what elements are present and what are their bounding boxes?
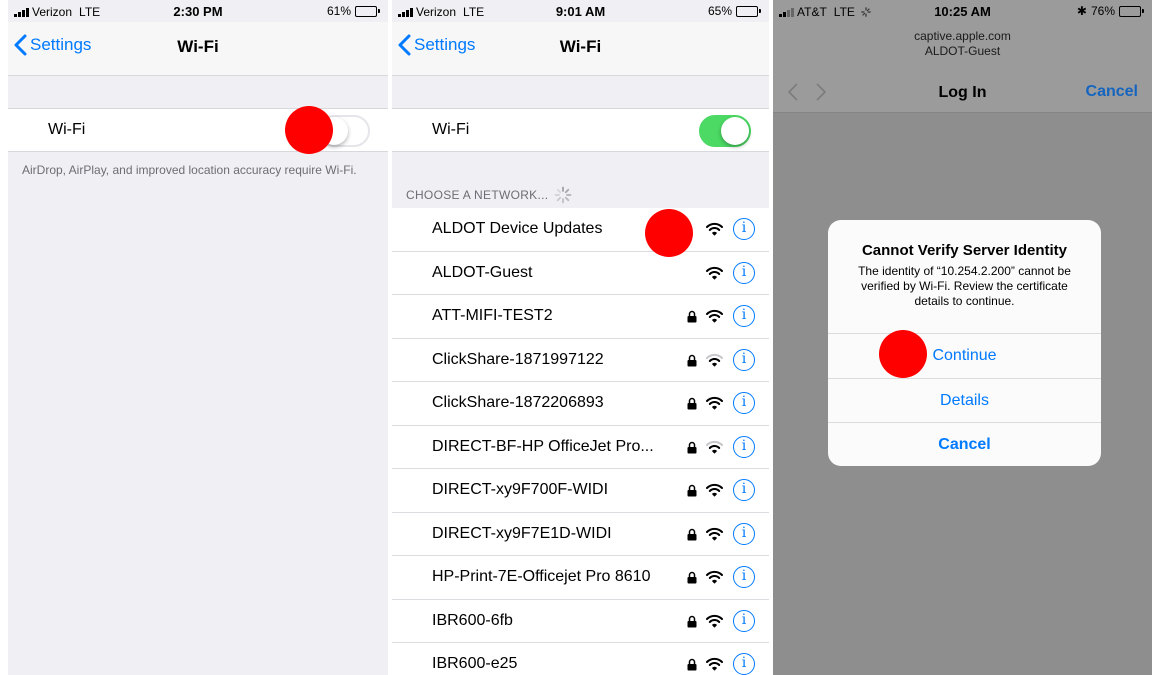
network-row[interactable]: DIRECT-xy9F700F-WIDI i xyxy=(392,469,769,513)
info-button[interactable]: i xyxy=(733,218,755,240)
network-row[interactable]: ALDOT Device Updates i xyxy=(392,208,769,252)
tap-marker xyxy=(645,209,693,257)
network-name: IBR600-e25 xyxy=(432,655,518,672)
url-ssid: ALDOT-Guest xyxy=(924,44,1001,58)
tap-marker xyxy=(285,106,333,154)
lock-icon xyxy=(687,658,697,671)
wifi-label: Wi-Fi xyxy=(48,121,86,138)
network-row[interactable]: IBR600-e25 i xyxy=(392,643,769,675)
cancel-login-button[interactable]: Cancel xyxy=(1086,83,1138,101)
url-host: captive.apple.com xyxy=(914,29,1011,43)
wifi-label: Wi-Fi xyxy=(432,121,470,138)
info-button[interactable]: i xyxy=(733,609,755,632)
alert-message: The identity of “10.254.2.200” cannot be… xyxy=(858,264,1071,308)
network-row[interactable]: HP-Print-7E-Officejet Pro 8610 i xyxy=(392,556,769,600)
network-name: ClickShare-1871997122 xyxy=(432,350,604,368)
navigation-bar: Settings Wi-Fi xyxy=(8,22,388,76)
switch-knob xyxy=(721,117,749,145)
battery-icon xyxy=(736,5,761,17)
cancel-button[interactable]: Cancel xyxy=(828,422,1101,466)
battery-percent: 65% xyxy=(707,4,732,18)
continue-button[interactable]: Continue xyxy=(828,333,1101,377)
captive-portal-header: AT&T LTE 10:25 AM ✱ 76% captive.apple.co… xyxy=(773,0,1152,113)
network-row[interactable]: DIRECT-BF-HP OfficeJet Pro... i xyxy=(392,426,769,469)
lock-icon xyxy=(687,310,697,323)
network-name: DIRECT-xy9F700F-WIDI xyxy=(432,481,609,498)
lock-icon xyxy=(687,397,697,410)
status-bar: AT&T LTE 10:25 AM ✱ 76% xyxy=(773,0,1152,22)
battery-percent: 61% xyxy=(326,4,351,18)
wifi-signal-icon xyxy=(706,440,723,453)
wifi-toggle-row: Wi-Fi xyxy=(392,108,769,152)
lock-icon xyxy=(687,528,697,540)
network-name: DIRECT-xy9F7E1D-WIDI xyxy=(432,524,612,542)
wifi-signal-icon xyxy=(706,483,723,497)
network-name: ClickShare-1872206893 xyxy=(432,394,604,411)
status-bar: Verizon LTE 9:01 AM 65% xyxy=(392,0,769,22)
wifi-signal-icon xyxy=(706,657,723,671)
captive-portal-login-screen: AT&T LTE 10:25 AM ✱ 76% captive.apple.co… xyxy=(773,0,1152,675)
network-row[interactable]: ALDOT-Guest i xyxy=(392,252,769,295)
wifi-toggle-switch[interactable] xyxy=(699,115,751,147)
wifi-signal-icon xyxy=(706,266,723,279)
info-button[interactable]: i xyxy=(733,479,755,501)
wifi-signal-icon xyxy=(706,353,723,366)
network-name: HP-Print-7E-Officejet Pro 8610 xyxy=(432,568,651,585)
lock-icon xyxy=(687,354,697,366)
info-button[interactable]: i xyxy=(733,522,755,545)
alert-title: Cannot Verify Server Identity xyxy=(861,242,1068,259)
captive-url-label: captive.apple.com ALDOT-Guest xyxy=(773,29,1152,59)
wifi-signal-icon xyxy=(706,222,723,236)
wifi-signal-icon xyxy=(706,570,723,584)
network-name: ATT-MIFI-TEST2 xyxy=(432,307,553,324)
info-button[interactable]: i xyxy=(733,392,755,414)
battery-icon xyxy=(355,5,380,17)
network-name: IBR600-6fb xyxy=(432,611,513,629)
wifi-signal-icon xyxy=(706,527,723,540)
page-title: Wi-Fi xyxy=(559,37,602,56)
network-row[interactable]: DIRECT-xy9F7E1D-WIDI i xyxy=(392,513,769,556)
page-title: Wi-Fi xyxy=(177,37,219,56)
network-list: ALDOT Device Updates i ALDOT-Guest i ATT-MIF… xyxy=(392,208,769,675)
network-name: ALDOT-Guest xyxy=(432,263,533,281)
lock-icon xyxy=(687,484,697,497)
wifi-signal-icon xyxy=(706,614,723,627)
network-row[interactable]: IBR600-6fb i xyxy=(392,600,769,643)
lock-icon xyxy=(687,441,697,453)
status-bar: Verizon LTE 2:30 PM 61% xyxy=(8,0,388,22)
details-button[interactable]: Details xyxy=(828,378,1101,422)
server-identity-alert: Cannot Verify Server Identity The identi… xyxy=(828,220,1101,466)
section-header-label: CHOOSE A NETWORK... xyxy=(406,188,549,202)
wifi-settings-off-screen: Verizon LTE 2:30 PM 61% Settings Wi-Fi W… xyxy=(8,0,388,675)
battery-percent: 76% xyxy=(1090,4,1115,18)
wifi-signal-icon xyxy=(706,309,723,323)
choose-network-header: CHOOSE A NETWORK... xyxy=(406,186,572,204)
info-button[interactable]: i xyxy=(733,435,755,458)
info-button[interactable]: i xyxy=(733,348,755,371)
network-name: ALDOT Device Updates xyxy=(432,220,603,237)
loading-spinner-icon xyxy=(554,186,572,204)
captive-nav-bar: Log In Cancel xyxy=(773,78,1152,108)
network-row[interactable]: ClickShare-1872206893 i xyxy=(392,382,769,426)
info-button[interactable]: i xyxy=(733,566,755,588)
battery-icon xyxy=(1119,5,1144,17)
info-button[interactable]: i xyxy=(733,653,755,675)
network-row[interactable]: ATT-MIFI-TEST2 i xyxy=(392,295,769,339)
network-name: DIRECT-BF-HP OfficeJet Pro... xyxy=(432,437,654,455)
info-button[interactable]: i xyxy=(733,305,755,327)
wifi-signal-icon xyxy=(706,396,723,410)
wifi-network-list-screen: Verizon LTE 9:01 AM 65% Settings Wi-Fi W… xyxy=(392,0,769,675)
wifi-footer-hint: AirDrop, AirPlay, and improved location … xyxy=(22,163,357,177)
tap-marker xyxy=(879,330,927,378)
lock-icon xyxy=(687,571,697,584)
info-button[interactable]: i xyxy=(733,261,755,284)
bluetooth-icon: ✱ xyxy=(1076,4,1087,18)
navigation-bar: Settings Wi-Fi xyxy=(392,22,769,76)
network-row[interactable]: ClickShare-1871997122 i xyxy=(392,339,769,382)
lock-icon xyxy=(687,615,697,627)
